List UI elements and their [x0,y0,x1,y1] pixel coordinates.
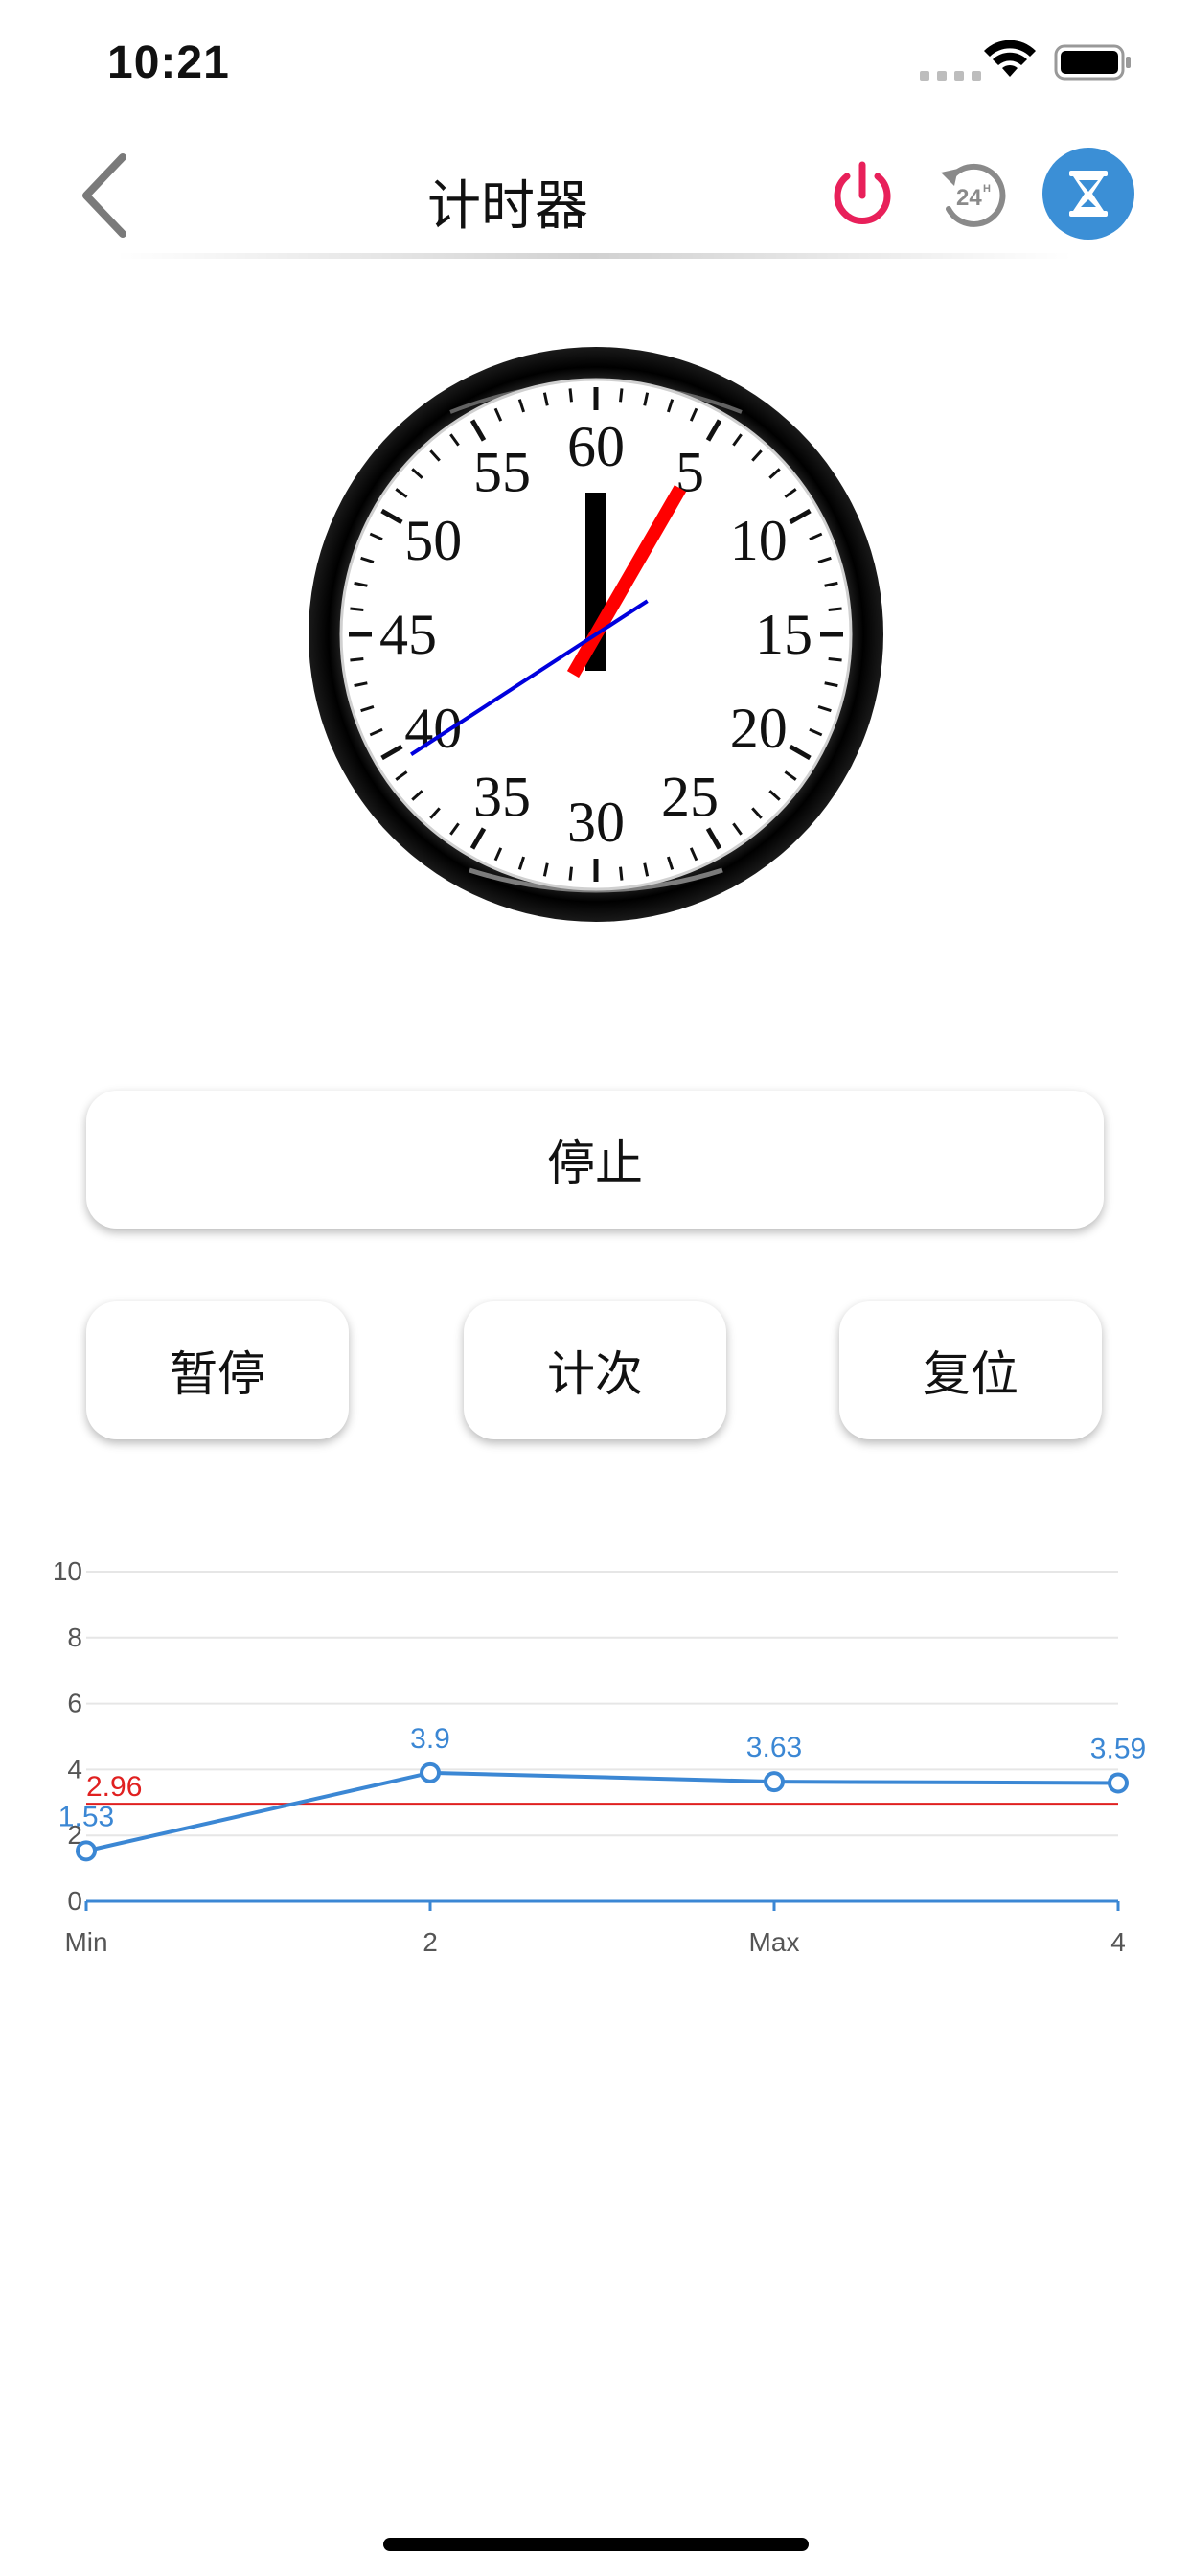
x-tick-label: 4 [1110,1927,1126,1957]
data-point [420,1761,441,1783]
24h-history-icon[interactable]: 24 H [933,155,1014,236]
lap-button[interactable]: 计次 [464,1301,726,1439]
data-label: 3.9 [410,1723,450,1755]
y-axis-ticks: 0246810 [53,1556,82,1916]
x-tick-label: Max [749,1927,800,1957]
y-tick-label: 4 [67,1754,82,1783]
x-tick-label: 2 [423,1927,438,1957]
dial-tick [619,866,624,881]
dial-number: 55 [473,440,531,503]
data-point [76,1840,97,1862]
data-point [1108,1772,1129,1794]
svg-text:H: H [983,183,991,195]
status-time: 10:21 [107,37,230,88]
dial-number: 10 [730,509,788,572]
hourglass-icon [1069,171,1108,217]
x-tick-label: Min [64,1927,107,1957]
cellular-signal-icon [920,71,981,80]
data-label: 3.63 [746,1732,802,1763]
dial-tick [350,607,364,611]
data-point [764,1771,785,1793]
dial-number: 15 [755,603,812,666]
nav-divider [115,253,1073,259]
dial-number: 45 [379,603,437,666]
series-line [85,1770,1119,1853]
wifi-icon [984,40,1036,77]
x-axis-ticks: Min 2 Max 4 [64,1901,1126,1957]
dial-tick [828,607,842,611]
dial-number: 50 [404,509,462,572]
data-label: 3.59 [1090,1734,1146,1765]
stopwatch-dial: 60 510152025303540455055 [309,347,883,922]
dial-tick [350,657,364,662]
dial-tick [828,657,842,662]
pause-button[interactable]: 暂停 [86,1301,349,1439]
series-polyline [85,1770,1119,1853]
dial-number: 35 [473,766,531,829]
dial-tick [619,388,624,402]
y-tick-label: 0 [67,1886,82,1916]
dial-number: 20 [730,697,788,760]
power-icon[interactable] [824,157,901,234]
data-label: 1.53 [58,1801,114,1832]
dial-number: 25 [661,766,719,829]
dial-number: 30 [567,791,625,854]
average-label: 2.96 [86,1771,142,1803]
home-indicator [383,2538,809,2551]
dial-tick [568,388,573,402]
reset-button[interactable]: 复位 [839,1301,1102,1439]
lap-times-chart: 0 2 4 6 8 10 Min 2 Max 4 2.96 1.53 3.9 3.63 3.59 [53,1556,1146,1957]
chart-grid [86,1571,1118,1903]
dial-number: 60 [567,415,625,478]
y-tick-label: 10 [53,1556,82,1586]
y-tick-label: 8 [67,1622,82,1652]
y-tick-label: 6 [67,1689,82,1718]
timer-tab-button[interactable] [1042,148,1134,240]
navigation-bar: 计时器 24 H [0,134,1190,259]
stop-button[interactable]: 停止 [86,1091,1104,1229]
dial-tick [568,866,573,881]
svg-text:24: 24 [956,185,982,211]
battery-icon [1054,44,1131,80]
